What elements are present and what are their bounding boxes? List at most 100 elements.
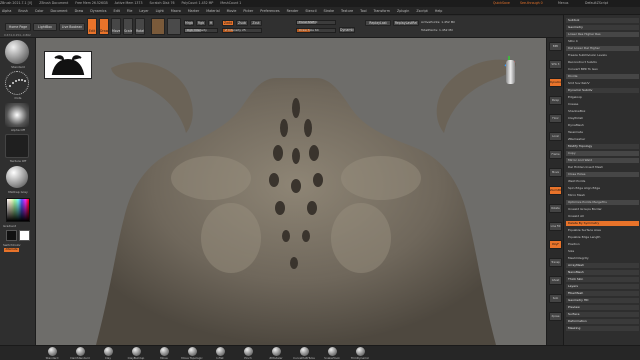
- menu-item[interactable]: Zplugin: [397, 7, 409, 14]
- palette-button[interactable]: ZRemesher: [566, 137, 639, 142]
- shelf-button[interactable]: Zoom3D: [549, 186, 562, 195]
- menu-item[interactable]: Draw: [75, 7, 84, 14]
- palette-button[interactable]: Mirror And Weld: [566, 158, 639, 163]
- replay-last-rel-button[interactable]: ReplayLastRel: [393, 20, 419, 26]
- palette-button[interactable]: Size: [566, 249, 639, 254]
- menu-item[interactable]: Transform: [374, 7, 390, 14]
- palette-button[interactable]: Unweld All: [566, 214, 639, 219]
- palette-button[interactable]: Copy: [566, 151, 639, 156]
- menu-item[interactable]: Color: [35, 7, 44, 14]
- palette-button[interactable]: Spin Edge Align Edge: [566, 186, 639, 191]
- palette-button[interactable]: MeshIntegrity: [566, 256, 639, 261]
- brush-slot[interactable]: TrimDynamic: [348, 347, 372, 360]
- shelf-button[interactable]: PolyF: [549, 240, 562, 249]
- move-button[interactable]: Move: [111, 18, 121, 35]
- palette-button[interactable]: Crease: [566, 102, 639, 107]
- palette-button[interactable]: SDiv 4: [566, 39, 639, 44]
- lightbox-button[interactable]: LightBox: [33, 23, 57, 31]
- alternate-button[interactable]: Alternate: [4, 248, 19, 252]
- menu-item[interactable]: Help: [435, 7, 443, 14]
- palette-section-header[interactable]: Modify Topology: [566, 144, 639, 149]
- brush-slot[interactable]: Move: [152, 347, 176, 360]
- palette-button[interactable]: Divide: [566, 74, 639, 79]
- palette-section-header[interactable]: Preview: [566, 305, 639, 310]
- texture-selector[interactable]: [5, 134, 29, 158]
- palette-section-header[interactable]: Layers: [566, 284, 639, 289]
- menu-item[interactable]: Alpha: [2, 7, 11, 14]
- menu-item[interactable]: Picker: [243, 7, 253, 14]
- alpha-selector[interactable]: [5, 103, 29, 127]
- shelf-button[interactable]: Solo: [549, 294, 562, 303]
- palette-button[interactable]: ShadowBox: [566, 109, 639, 114]
- shelf-button[interactable]: SPix 3: [549, 60, 562, 69]
- brush-slot[interactable]: Inflat: [208, 347, 232, 360]
- palette-section-header[interactable]: FiberMesh: [566, 291, 639, 296]
- mrgb-button[interactable]: Mrgb: [184, 20, 194, 26]
- shelf-button[interactable]: Ghost: [549, 276, 562, 285]
- palette-button[interactable]: Equalize Surface Area: [566, 228, 639, 233]
- material-selector[interactable]: [6, 166, 28, 188]
- z-intensity-slider[interactable]: Z Intensity 25: [222, 28, 262, 33]
- shelf-button[interactable]: Floor: [549, 114, 562, 123]
- palette-button[interactable]: Equalize Edge Length: [566, 235, 639, 240]
- palette-section-header[interactable]: Dynamic Subdiv: [566, 88, 639, 93]
- zsub-button[interactable]: Zsub: [236, 20, 248, 26]
- brush-slot[interactable]: CurveMultiTube: [292, 347, 316, 360]
- quicksave-button[interactable]: QuickSave: [493, 0, 510, 7]
- switch-color-label[interactable]: SwitchColor: [3, 243, 33, 247]
- draw-size-slider[interactable]: Draw Size 64: [296, 28, 336, 33]
- palette-button[interactable]: Reconstruct Subdiv: [566, 60, 639, 65]
- palette-button[interactable]: Unweld Groups Border: [566, 207, 639, 212]
- shelf-button[interactable]: Line Fill: [549, 222, 562, 231]
- menu-item[interactable]: Macro: [171, 7, 181, 14]
- menu-item[interactable]: Material: [206, 7, 219, 14]
- shelf-button[interactable]: Move: [549, 168, 562, 177]
- palette-button[interactable]: Convert BPR To Geo: [566, 67, 639, 72]
- palette-section-header[interactable]: NanoMesh: [566, 270, 639, 275]
- menu-item[interactable]: Zscript: [416, 7, 427, 14]
- replay-last-button[interactable]: ReplayLast: [365, 20, 391, 26]
- focal-shift-slider[interactable]: Focal Shift 0: [296, 20, 336, 25]
- color-button[interactable]: [167, 18, 181, 35]
- brush-slot[interactable]: Pinch: [236, 347, 260, 360]
- scale-button[interactable]: Scale: [123, 18, 133, 35]
- live-boolean-button[interactable]: Live Boolean: [59, 23, 85, 31]
- palette-section-header[interactable]: Geometry HD: [566, 298, 639, 303]
- secondary-color-swatch[interactable]: [6, 230, 17, 241]
- m-button[interactable]: M: [208, 20, 214, 26]
- palette-section-header[interactable]: ArrayMesh: [566, 263, 639, 268]
- menu-item[interactable]: Light: [156, 7, 164, 14]
- menu-item[interactable]: Render: [287, 7, 299, 14]
- mannequin-figure[interactable]: [506, 60, 515, 84]
- brush-slot[interactable]: Clay: [96, 347, 120, 360]
- zadd-button[interactable]: Zadd: [222, 20, 234, 26]
- brush-slot[interactable]: ClayBuildup: [124, 347, 148, 360]
- shelf-button[interactable]: Xpose: [549, 312, 562, 321]
- brush-slot[interactable]: SnakeHook: [320, 347, 344, 360]
- menu-item[interactable]: Edit: [113, 7, 119, 14]
- draw-button[interactable]: Draw: [99, 18, 109, 35]
- palette-section-header[interactable]: Thick Skin: [566, 277, 639, 282]
- rgb-intensity-slider[interactable]: Rgb Intensity: [184, 28, 218, 33]
- menu-item[interactable]: Dynamics: [90, 7, 106, 14]
- zcut-button[interactable]: Zcut: [250, 20, 262, 26]
- menu-item[interactable]: Layer: [139, 7, 148, 14]
- menu-item[interactable]: Stencil: [305, 7, 316, 14]
- palette-button[interactable]: Freeze SubDivision Levels: [566, 53, 639, 58]
- brush-selector[interactable]: [5, 40, 29, 64]
- shelf-button[interactable]: Frame: [549, 150, 562, 159]
- palette-button[interactable]: DynaMesh: [566, 123, 639, 128]
- shelf-button[interactable]: Local: [549, 132, 562, 141]
- shelf-button[interactable]: BPR: [549, 42, 562, 51]
- palette-button[interactable]: Micro Mesh: [566, 193, 639, 198]
- brush-slot[interactable]: ZModeler: [264, 347, 288, 360]
- palette-section-header[interactable]: Deformation: [566, 319, 639, 324]
- palette-button[interactable]: Optimize Points MergeTris: [566, 200, 639, 205]
- menus-toggle[interactable]: Menus: [558, 0, 568, 7]
- menu-item[interactable]: Texture: [341, 7, 353, 14]
- menu-item[interactable]: Marker: [188, 7, 199, 14]
- menu-item[interactable]: File: [127, 7, 133, 14]
- menu-item[interactable]: Brush: [18, 7, 28, 14]
- main-color-swatch[interactable]: [19, 230, 30, 241]
- menu-item[interactable]: Preferences: [260, 7, 279, 14]
